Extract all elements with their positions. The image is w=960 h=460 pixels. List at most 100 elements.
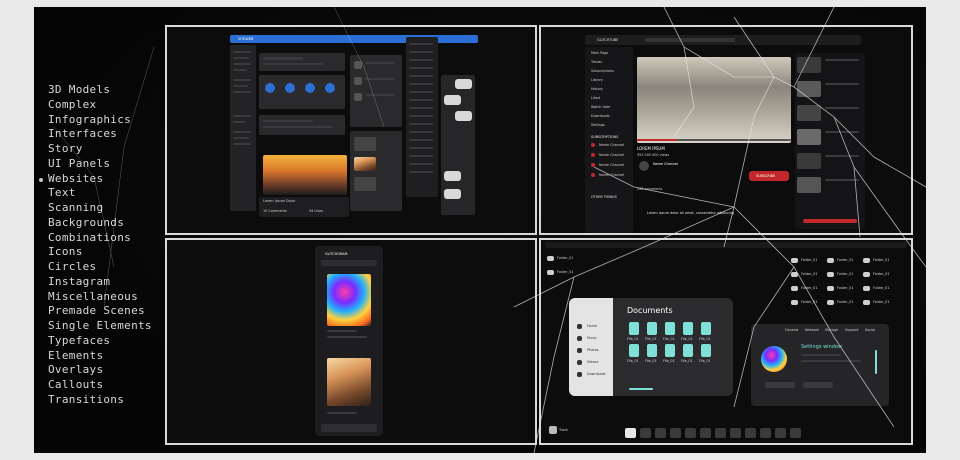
panel-desktop-os[interactable]: Folder_01 Folder_01 Folder_01 Folder_01 Fol… <box>539 238 913 445</box>
settings-btn-1[interactable] <box>765 382 795 388</box>
panel-phone-app[interactable]: GLITCHGRAM <box>165 238 537 445</box>
documents-sidebar-item[interactable]: Home <box>587 324 597 328</box>
category-item[interactable]: Websites <box>39 172 152 187</box>
documents-sidebar-item[interactable]: Downloads <box>587 372 606 376</box>
category-item[interactable]: Icons <box>48 245 152 260</box>
channel-name[interactable]: Name Channel <box>653 162 678 166</box>
category-item[interactable]: Overlays <box>48 363 152 378</box>
settings-btn-2[interactable] <box>803 382 833 388</box>
folder-icon[interactable] <box>827 300 834 305</box>
channel-list-item[interactable]: Name Channel <box>599 153 624 157</box>
settings-window[interactable]: General Network Storage Support Social Setti… <box>751 324 889 406</box>
category-item[interactable]: Miscellaneous <box>48 290 152 305</box>
folder-icon[interactable] <box>863 286 870 291</box>
channel-list-item[interactable]: Name Channel <box>599 163 624 167</box>
file-icon[interactable] <box>701 322 711 335</box>
documents-sidebar-item[interactable]: Photos <box>587 348 598 352</box>
category-item[interactable]: Single Elements <box>48 319 152 334</box>
category-item[interactable]: Callouts <box>48 378 152 393</box>
file-icon[interactable] <box>683 322 693 335</box>
category-item[interactable]: Story <box>48 142 152 157</box>
video-menu-item[interactable]: Subscriptions <box>591 69 614 73</box>
category-item[interactable]: 3D Models <box>48 83 152 98</box>
category-item[interactable]: Typefaces <box>48 334 152 349</box>
folder-icon[interactable] <box>863 258 870 263</box>
settings-tab[interactable]: General <box>785 328 798 332</box>
video-title: LOREM IPSUM <box>637 146 665 151</box>
folder-icon[interactable] <box>827 272 834 277</box>
video-menu-item[interactable]: History <box>591 87 603 91</box>
folder-icon[interactable] <box>791 272 798 277</box>
category-item[interactable]: Combinations <box>48 231 152 246</box>
file-icon[interactable] <box>701 344 711 357</box>
folder-icon[interactable] <box>863 272 870 277</box>
folder-icon[interactable] <box>791 258 798 263</box>
folder-icon[interactable] <box>791 286 798 291</box>
file-icon[interactable] <box>647 322 657 335</box>
folder-icon[interactable] <box>827 286 834 291</box>
dock-app-icon[interactable] <box>685 428 696 438</box>
trash-icon[interactable] <box>549 426 557 434</box>
video-menu-item[interactable]: Main Page <box>591 51 608 55</box>
panel-video-website[interactable]: GLITCHTUBE Main Page Trends Subscriptions L… <box>539 25 913 235</box>
settings-tab[interactable]: Social <box>865 328 875 332</box>
video-menu-item[interactable]: Liked <box>591 96 600 100</box>
dock-app-icon[interactable] <box>790 428 801 438</box>
settings-tab[interactable]: Storage <box>825 328 838 332</box>
file-icon[interactable] <box>629 344 639 357</box>
file-icon[interactable] <box>629 322 639 335</box>
panel-blog-website[interactable]: SITEWEB Lorem Ipsum Dolor 10 Comments 54… <box>165 25 537 235</box>
folder-icon[interactable] <box>791 300 798 305</box>
category-item[interactable]: Premade Scenes <box>48 304 152 319</box>
video-menu-item[interactable]: Library <box>591 78 603 82</box>
dock-app-icon[interactable] <box>760 428 771 438</box>
file-icon[interactable] <box>665 344 675 357</box>
video-menu-item[interactable]: Watch later <box>591 105 610 109</box>
video-player[interactable] <box>637 57 791 143</box>
subscribe-button[interactable]: SUBSCRIBE <box>749 171 789 181</box>
category-item[interactable]: UI Panels <box>48 157 152 172</box>
settings-tab[interactable]: Network <box>805 328 819 332</box>
brand-logo[interactable]: GLITCHTUBE <box>597 38 618 42</box>
video-menu-item[interactable]: Trends <box>591 60 602 64</box>
file-icon[interactable] <box>665 322 675 335</box>
category-item[interactable]: Infographics <box>48 113 152 128</box>
dock-app-icon[interactable] <box>625 428 636 438</box>
folder-icon[interactable] <box>863 300 870 305</box>
category-item[interactable]: Scanning <box>48 201 152 216</box>
dock-app-icon[interactable] <box>640 428 651 438</box>
category-item[interactable]: Text <box>48 186 152 201</box>
dock-app-icon[interactable] <box>775 428 786 438</box>
category-item[interactable]: Elements <box>48 349 152 364</box>
dock-app-icon[interactable] <box>655 428 666 438</box>
category-item[interactable]: Circles <box>48 260 152 275</box>
dock-app-icon[interactable] <box>670 428 681 438</box>
settings-tab[interactable]: Support <box>845 328 858 332</box>
documents-sidebar-item[interactable]: Videos <box>587 360 598 364</box>
video-menu-item[interactable]: Downloads <box>591 114 610 118</box>
dock-app-icon[interactable] <box>700 428 711 438</box>
file-icon[interactable] <box>647 344 657 357</box>
likes-count[interactable]: 54 Likes <box>309 209 323 213</box>
phone-tabbar[interactable] <box>321 424 377 432</box>
video-menu-item[interactable]: Settings <box>591 123 605 127</box>
dock-app-icon[interactable] <box>715 428 726 438</box>
dock-app-icon[interactable] <box>745 428 756 438</box>
category-item[interactable]: Interfaces <box>48 127 152 142</box>
folder-icon[interactable] <box>547 256 554 261</box>
category-item[interactable]: Complex <box>48 98 152 113</box>
channel-avatar[interactable] <box>639 161 649 171</box>
documents-window[interactable]: Home Music Photos Videos Downloads Documents… <box>569 298 733 396</box>
file-icon[interactable] <box>683 344 693 357</box>
category-item[interactable]: Transitions <box>48 393 152 408</box>
folder-icon[interactable] <box>827 258 834 263</box>
channel-list-item[interactable]: Name Channel <box>599 173 624 177</box>
category-item[interactable]: Instagram <box>48 275 152 290</box>
documents-sidebar-item[interactable]: Music <box>587 336 597 340</box>
channel-list-item[interactable]: Name Channel <box>599 143 624 147</box>
dock-app-icon[interactable] <box>730 428 741 438</box>
comments-count[interactable]: 10 Comments <box>263 209 287 213</box>
folder-icon[interactable] <box>547 270 554 275</box>
category-item[interactable]: Backgrounds <box>48 216 152 231</box>
documents-sidebar <box>569 298 613 396</box>
